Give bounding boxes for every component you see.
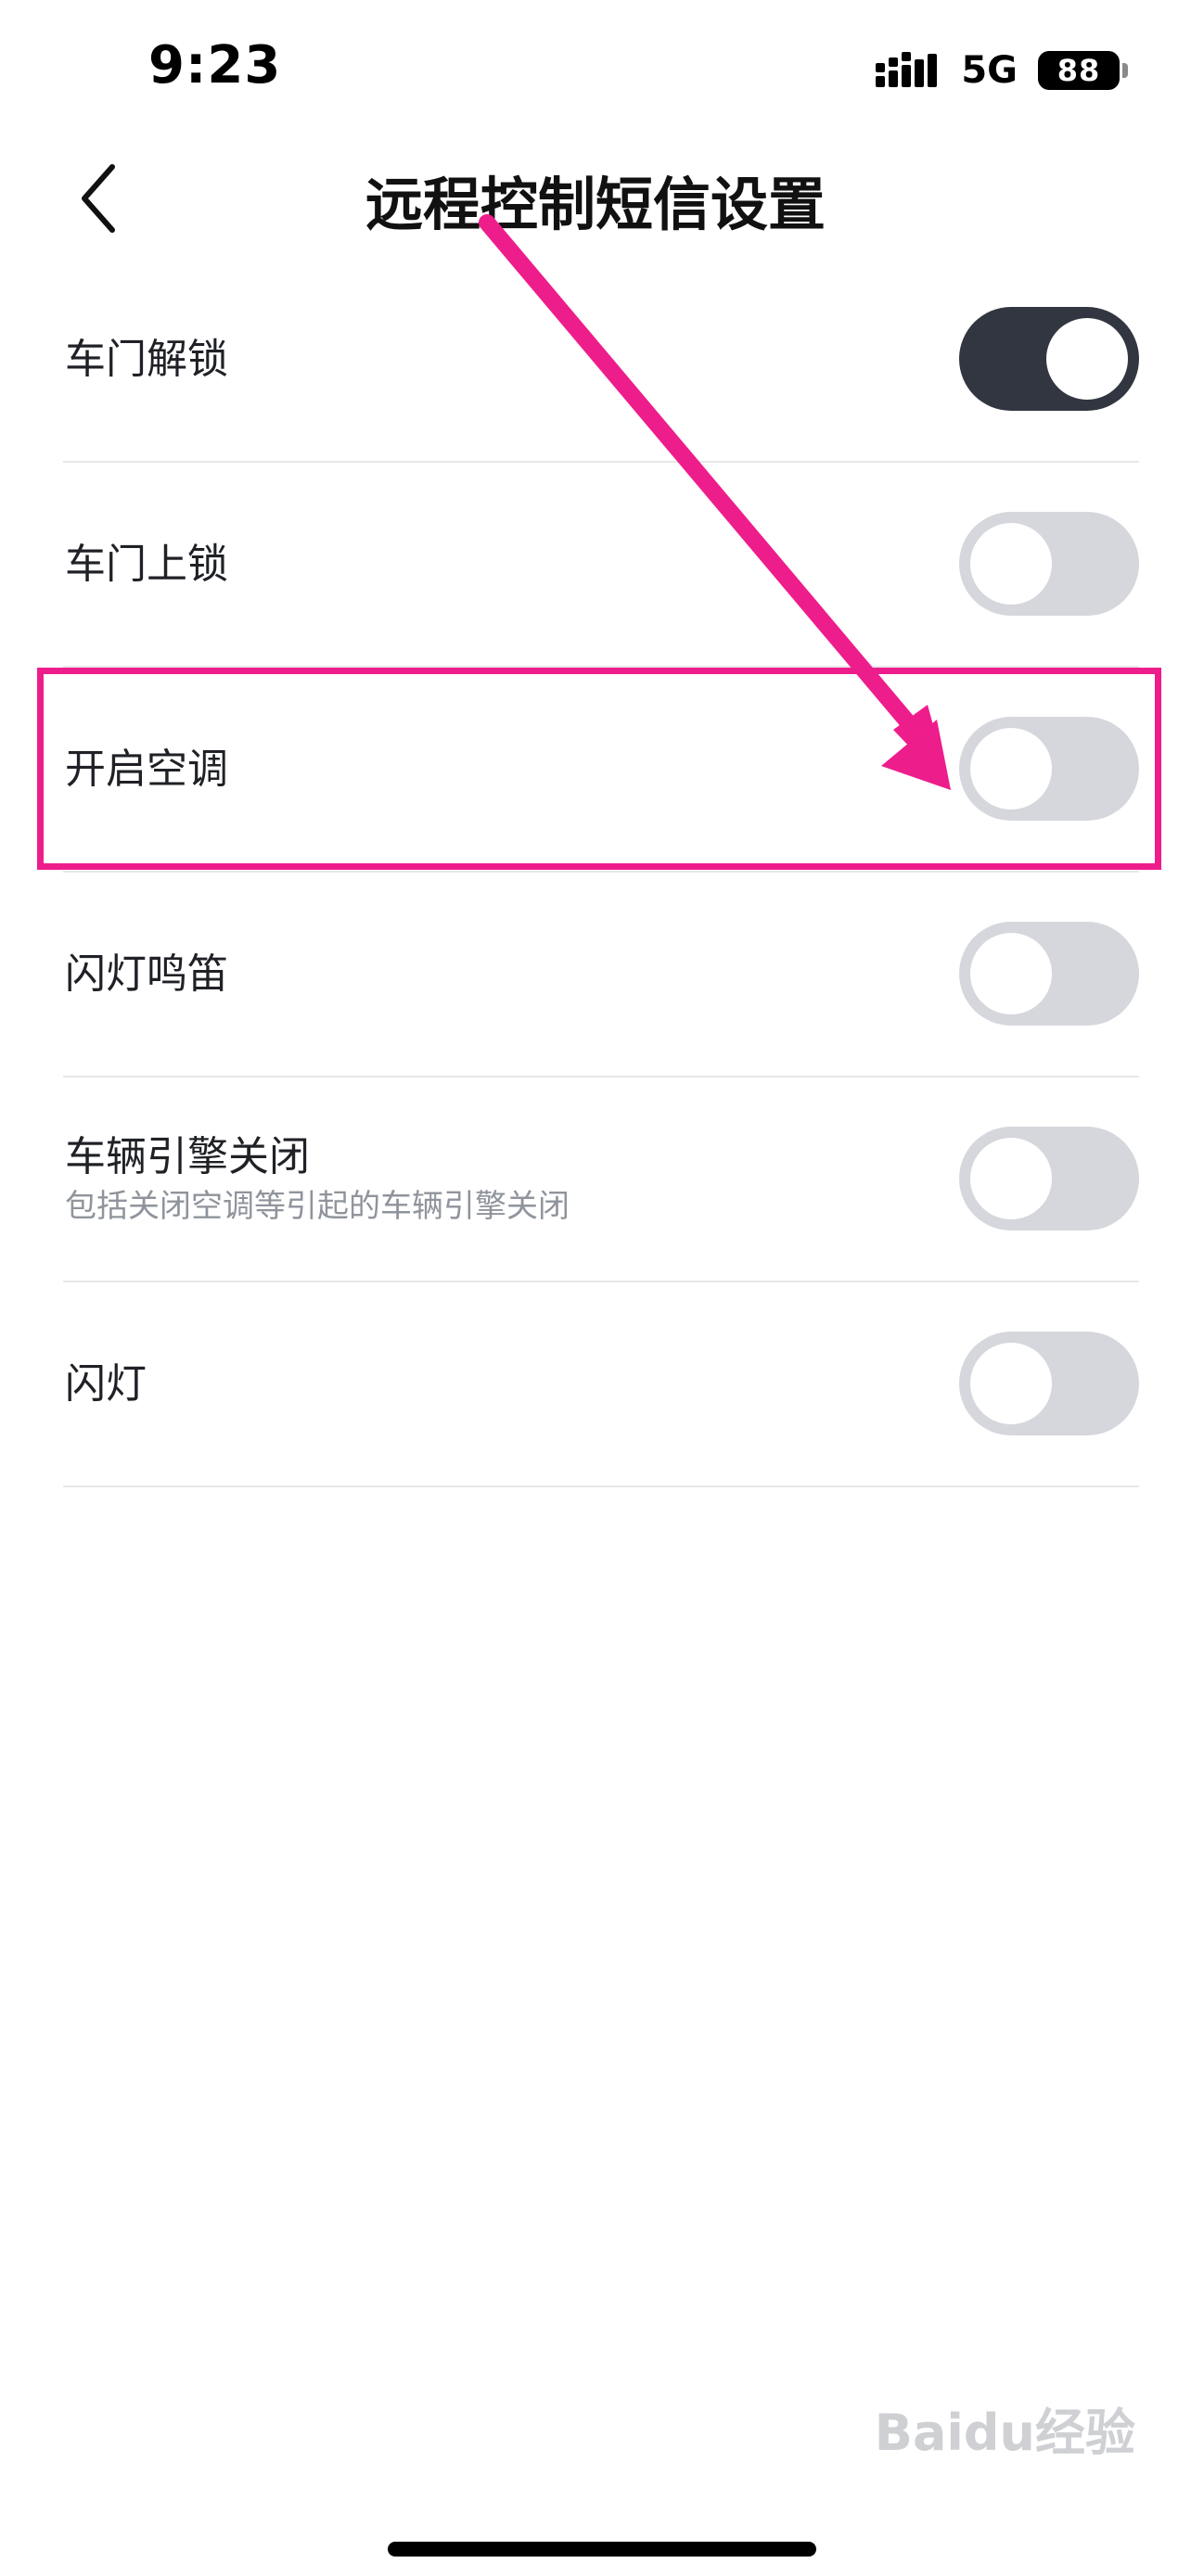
toggle-flash-lights[interactable] — [959, 1332, 1139, 1435]
toggle-knob — [970, 1343, 1052, 1424]
setting-row-flash-lights: 闪灯 — [63, 1282, 1139, 1487]
toggle-flash-horn[interactable] — [959, 922, 1139, 1026]
toggle-door-unlock[interactable] — [959, 307, 1139, 411]
toggle-air-conditioning[interactable] — [959, 717, 1139, 821]
settings-list: 车门解锁 车门上锁 开启空调 闪灯鸣笛 车辆引擎关闭 包括关闭空调等引起的车辆引… — [63, 258, 1139, 1487]
navigation-bar: 远程控制短信设置 — [0, 139, 1191, 260]
setting-label: 闪灯鸣笛 — [65, 950, 228, 998]
battery-icon: 88 — [1038, 51, 1128, 90]
setting-label: 车门上锁 — [65, 540, 228, 588]
page-title: 远程控制短信设置 — [365, 171, 826, 238]
toggle-engine-off[interactable] — [959, 1127, 1139, 1231]
toggle-knob — [1046, 318, 1128, 400]
watermark-logo: Baidu经验 — [874, 2404, 1135, 2462]
setting-label: 车门解锁 — [65, 335, 228, 383]
toggle-door-lock[interactable] — [959, 512, 1139, 616]
home-indicator[interactable] — [388, 2542, 816, 2557]
status-indicators: 5G 88 — [876, 45, 1128, 96]
status-bar: 9:23 5G 88 — [0, 0, 1191, 139]
signal-bars-icon — [876, 52, 941, 89]
setting-label: 开启空调 — [65, 745, 228, 793]
setting-description: 包括关闭空调等引起的车辆引擎关闭 — [65, 1187, 570, 1225]
status-time: 9:23 — [148, 35, 282, 96]
setting-label: 闪灯 — [65, 1359, 147, 1408]
setting-row-air-conditioning: 开启空调 — [63, 668, 1139, 873]
setting-row-flash-horn: 闪灯鸣笛 — [63, 873, 1139, 1078]
battery-level: 88 — [1038, 51, 1120, 90]
network-label: 5G — [961, 49, 1018, 92]
toggle-knob — [970, 523, 1052, 605]
toggle-knob — [970, 933, 1052, 1014]
toggle-knob — [970, 728, 1052, 810]
setting-row-door-unlock: 车门解锁 — [63, 258, 1139, 463]
setting-row-engine-off: 车辆引擎关闭 包括关闭空调等引起的车辆引擎关闭 — [63, 1078, 1139, 1282]
setting-row-door-lock: 车门上锁 — [63, 463, 1139, 668]
setting-label: 车辆引擎关闭 — [65, 1132, 310, 1180]
toggle-knob — [970, 1138, 1052, 1219]
